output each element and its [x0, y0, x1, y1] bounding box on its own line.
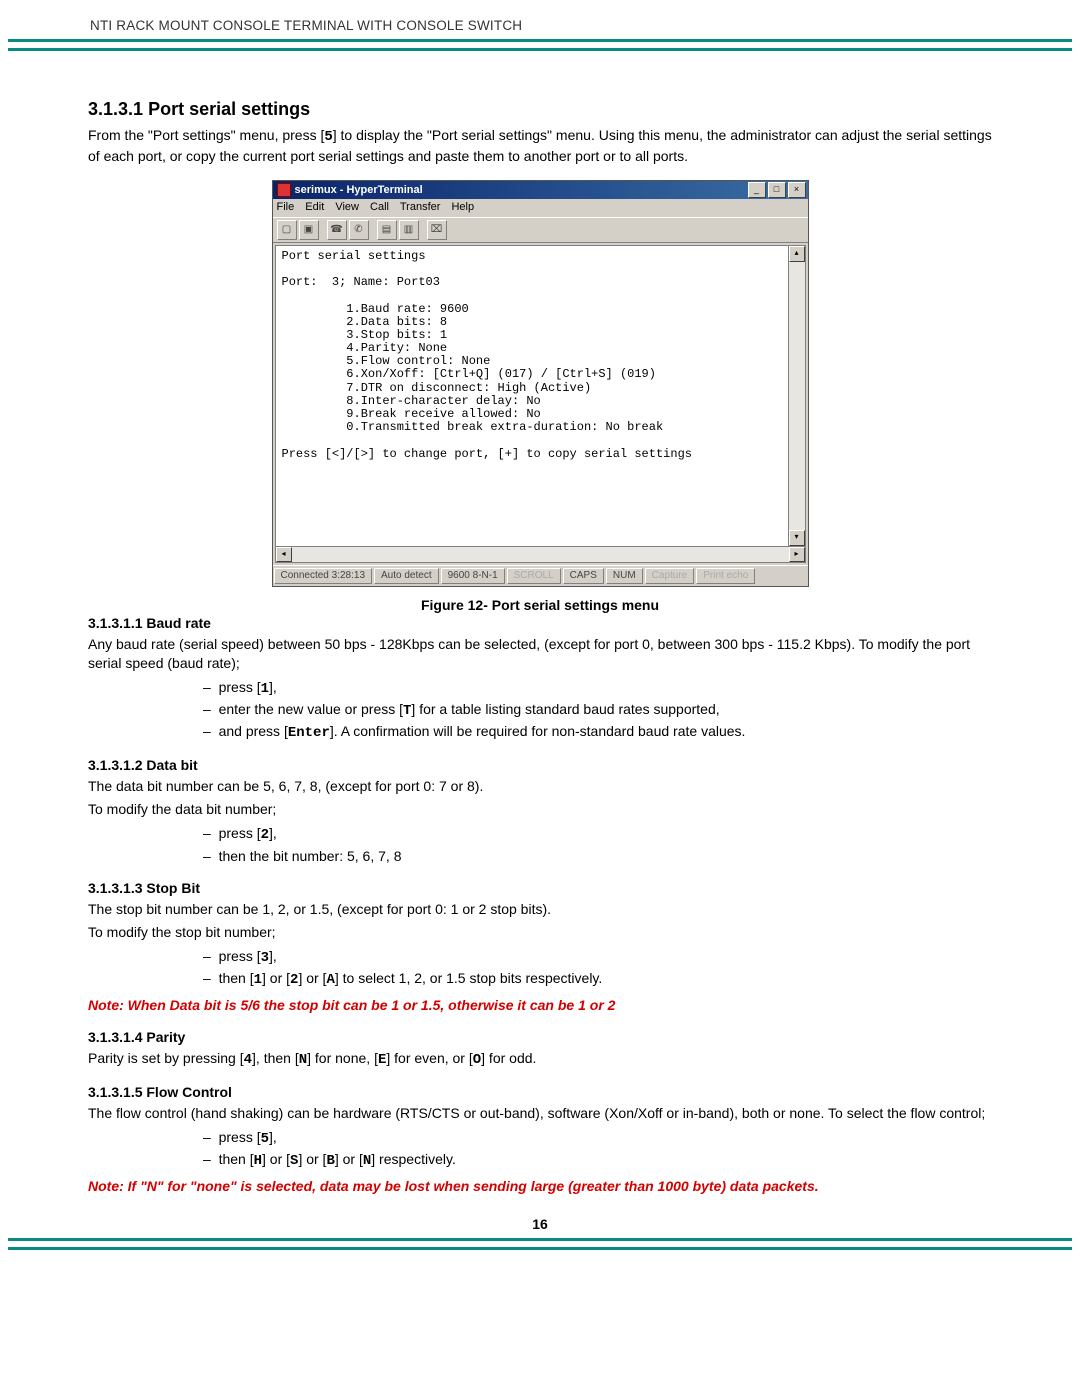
scroll-right-icon[interactable]: ▸ [789, 547, 805, 562]
key-1: 1 [261, 681, 269, 697]
scroll-track[interactable] [292, 547, 789, 562]
status-scroll: SCROLL [507, 568, 561, 584]
status-capture: Capture [645, 568, 695, 584]
baud-heading: 3.1.3.1.1 Baud rate [88, 615, 992, 631]
stopbit-desc2: To modify the stop bit number; [88, 923, 992, 942]
menu-transfer[interactable]: Transfer [400, 201, 441, 213]
scroll-left-icon[interactable]: ◂ [276, 547, 292, 562]
toolbar-receive-icon[interactable]: ▥ [399, 220, 419, 240]
status-auto: Auto detect [374, 568, 439, 584]
list-item: and press [Enter]. A confirmation will b… [203, 721, 992, 743]
page-number: 16 [88, 1216, 992, 1232]
key-n: N [299, 1052, 307, 1068]
vertical-scrollbar[interactable]: ▴ ▾ [788, 245, 806, 547]
bottom-rule [8, 1238, 1072, 1250]
section-number: 3.1.3.1 [88, 99, 143, 119]
menu-view[interactable]: View [335, 201, 359, 213]
close-button[interactable]: × [788, 182, 806, 198]
maximize-button[interactable]: □ [768, 182, 786, 198]
ht-toolbar: ▢ ▣ ☎ ✆ ▤ ▥ ⌧ [273, 217, 808, 243]
figure-caption: Figure 12- Port serial settings menu [88, 597, 992, 613]
scroll-down-icon[interactable]: ▾ [789, 530, 805, 546]
ht-title: serimux - HyperTerminal [295, 184, 423, 196]
status-connected: Connected 3:28:13 [274, 568, 373, 584]
baud-description: Any baud rate (serial speed) between 50 … [88, 635, 992, 673]
list-item: then the bit number: 5, 6, 7, 8 [203, 846, 992, 866]
ht-statusbar: Connected 3:28:13 Auto detect 9600 8-N-1… [273, 565, 808, 586]
toolbar-new-icon[interactable]: ▢ [277, 220, 297, 240]
horizontal-scrollbar[interactable]: ◂ ▸ [275, 547, 806, 563]
toolbar-open-icon[interactable]: ▣ [299, 220, 319, 240]
ht-client: Port serial settings Port: 3; Name: Port… [273, 243, 808, 565]
menu-help[interactable]: Help [451, 201, 474, 213]
stopbit-steps: press [3], then [1] or [2] or [A] to sel… [203, 946, 992, 991]
stopbit-heading: 3.1.3.1.3 Stop Bit [88, 880, 992, 896]
list-item: press [1], [203, 677, 992, 699]
key-5: 5 [324, 129, 332, 145]
flow-heading: 3.1.3.1.5 Flow Control [88, 1084, 992, 1100]
flow-steps: press [5], then [H] or [S] or [B] or [N]… [203, 1127, 992, 1172]
flow-note: Note: If "N" for "none" is selected, dat… [88, 1177, 992, 1196]
scroll-track[interactable] [789, 262, 805, 530]
toolbar-connect-icon[interactable]: ☎ [327, 220, 347, 240]
key-o: O [473, 1052, 481, 1068]
hyperterminal-window: serimux - HyperTerminal _ □ × File Edit … [272, 180, 809, 587]
key-4: 4 [244, 1052, 252, 1068]
databit-desc2: To modify the data bit number; [88, 800, 992, 819]
list-item: press [5], [203, 1127, 992, 1149]
status-printecho: Print echo [696, 568, 755, 584]
baud-steps: press [1], enter the new value or press … [203, 677, 992, 744]
key-h: H [254, 1153, 262, 1169]
section-heading: 3.1.3.1 Port serial settings [88, 99, 992, 120]
menu-call[interactable]: Call [370, 201, 389, 213]
toolbar-properties-icon[interactable]: ⌧ [427, 220, 447, 240]
key-2: 2 [261, 827, 269, 843]
parity-heading: 3.1.3.1.4 Parity [88, 1029, 992, 1045]
databit-steps: press [2], then the bit number: 5, 6, 7,… [203, 823, 992, 866]
stopbit-desc1: The stop bit number can be 1, 2, or 1.5,… [88, 900, 992, 919]
list-item: press [3], [203, 946, 992, 968]
header-title: NTI RACK MOUNT CONSOLE TERMINAL WITH CON… [90, 18, 1080, 33]
list-item: press [2], [203, 823, 992, 845]
ht-titlebar: serimux - HyperTerminal _ □ × [273, 181, 808, 199]
intro-paragraph: From the "Port settings" menu, press [5]… [88, 126, 992, 166]
menu-file[interactable]: File [277, 201, 295, 213]
toolbar-disconnect-icon[interactable]: ✆ [349, 220, 369, 240]
list-item: then [1] or [2] or [A] to select 1, 2, o… [203, 968, 992, 990]
parity-desc: Parity is set by pressing [4], then [N] … [88, 1049, 992, 1070]
section-title: Port serial settings [148, 99, 310, 119]
ht-terminal[interactable]: Port serial settings Port: 3; Name: Port… [275, 245, 788, 547]
list-item: enter the new value or press [T] for a t… [203, 699, 992, 721]
scroll-up-icon[interactable]: ▴ [789, 246, 805, 262]
stopbit-note: Note: When Data bit is 5/6 the stop bit … [88, 996, 992, 1015]
key-enter: Enter [288, 725, 330, 741]
toolbar-send-icon[interactable]: ▤ [377, 220, 397, 240]
ht-menubar: File Edit View Call Transfer Help [273, 199, 808, 217]
list-item: then [H] or [S] or [B] or [N] respective… [203, 1149, 992, 1171]
ht-app-icon [277, 183, 291, 197]
databit-heading: 3.1.3.1.2 Data bit [88, 757, 992, 773]
key-5b: 5 [261, 1131, 269, 1147]
top-rule [8, 39, 1072, 51]
databit-desc1: The data bit number can be 5, 6, 7, 8, (… [88, 777, 992, 796]
key-3: 3 [261, 950, 269, 966]
key-1b: 1 [254, 972, 262, 988]
key-a: A [326, 972, 334, 988]
menu-edit[interactable]: Edit [305, 201, 324, 213]
status-settings: 9600 8-N-1 [441, 568, 505, 584]
key-b: B [326, 1153, 334, 1169]
status-caps: CAPS [563, 568, 604, 584]
flow-desc: The flow control (hand shaking) can be h… [88, 1104, 992, 1123]
page-body: 3.1.3.1 Port serial settings From the "P… [0, 99, 1080, 1232]
status-num: NUM [606, 568, 643, 584]
minimize-button[interactable]: _ [748, 182, 766, 198]
